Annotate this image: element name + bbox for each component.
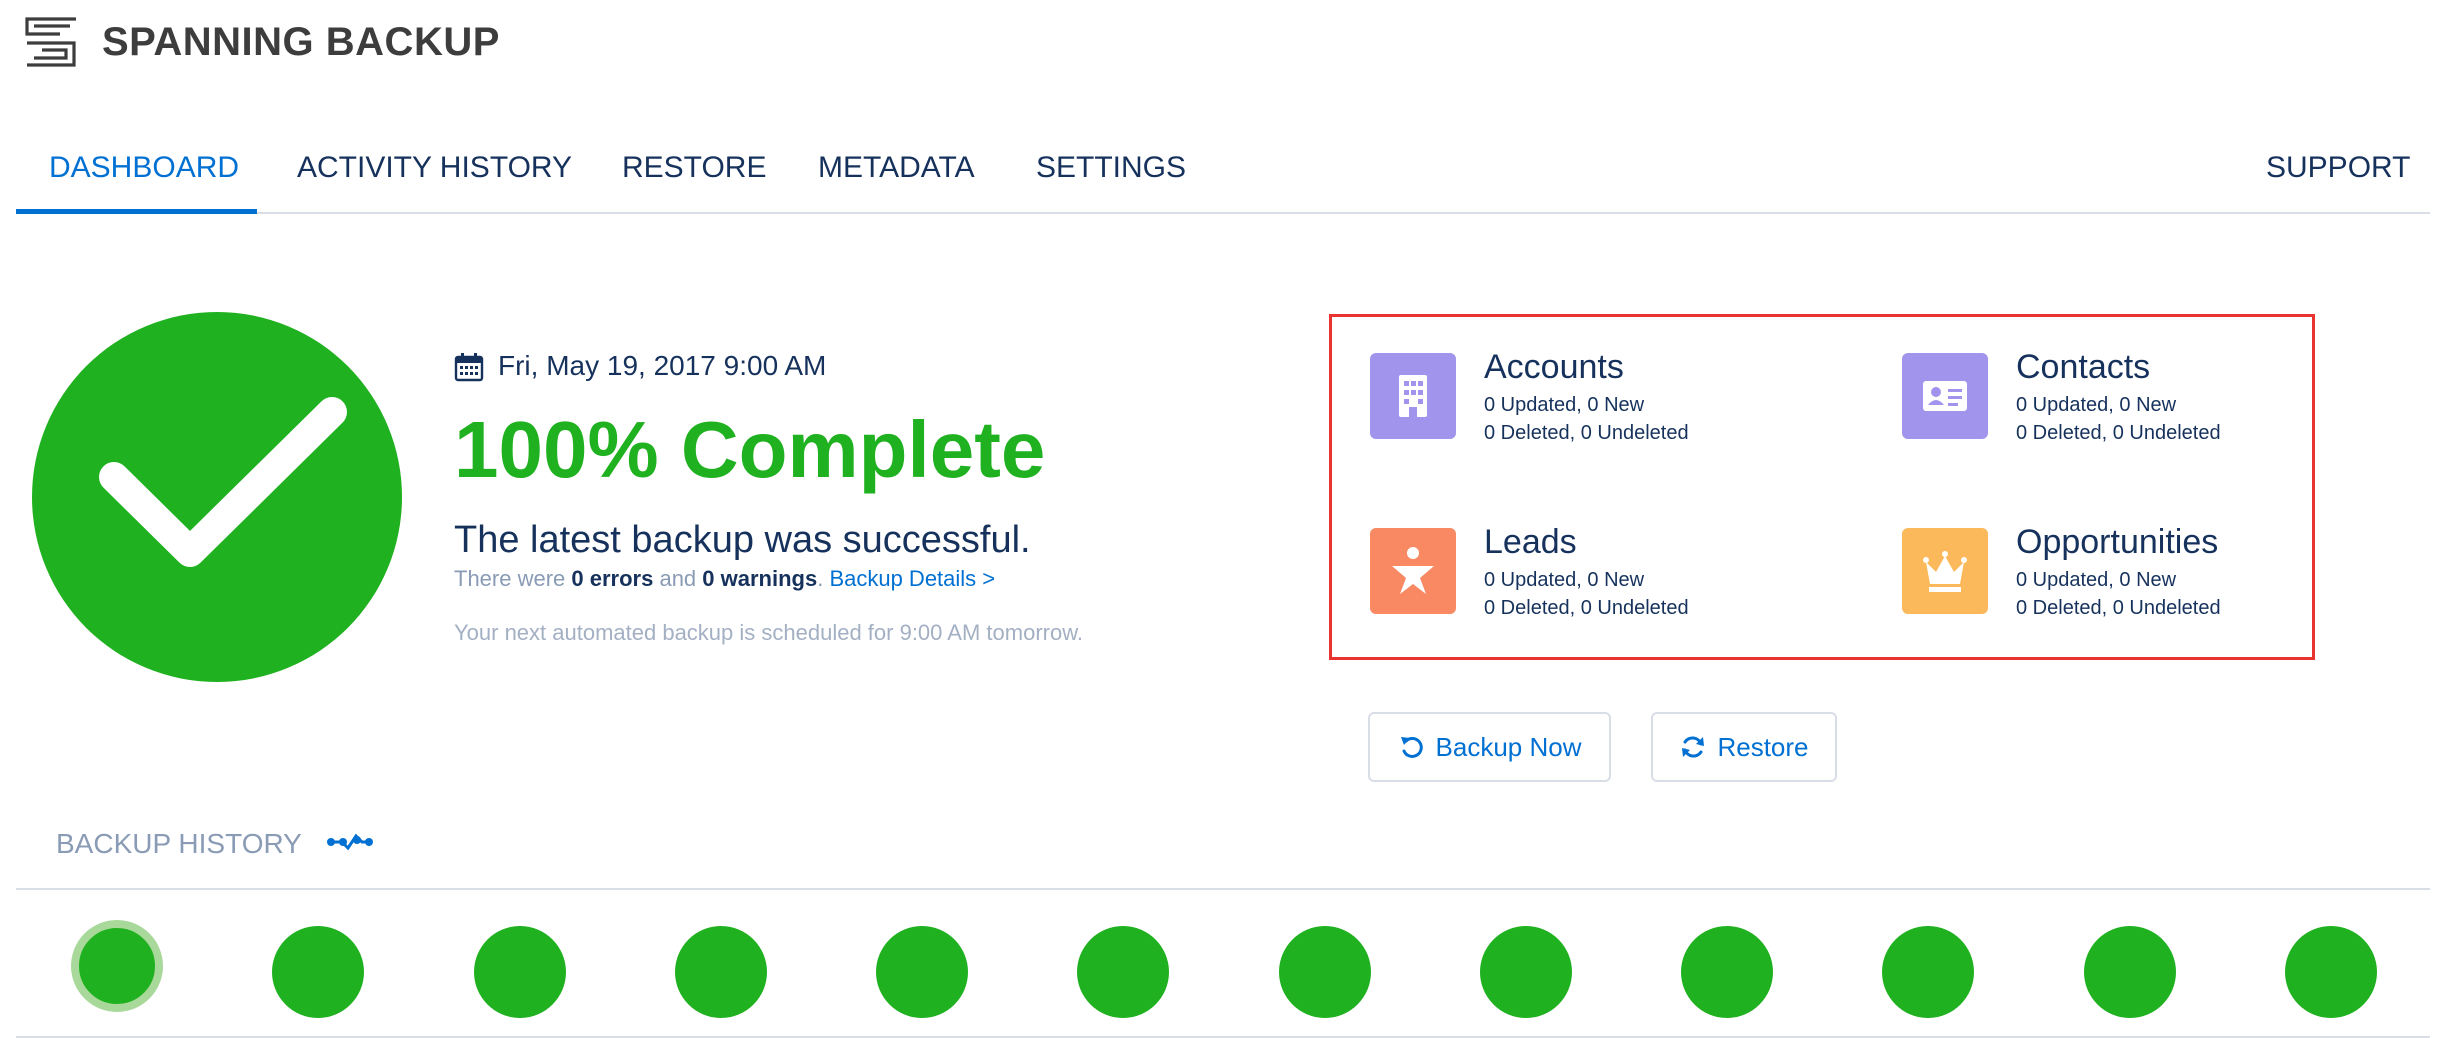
tab-activity-history[interactable]: ACTIVITY HISTORY [297, 148, 572, 188]
history-divider [16, 888, 2430, 890]
backup-now-label: Backup Now [1435, 731, 1582, 762]
app-title: SPANNING BACKUP [102, 20, 500, 64]
leads-tile [1370, 528, 1456, 614]
accounts-tile [1370, 353, 1456, 439]
contact-card-icon [1923, 381, 1967, 411]
tab-restore[interactable]: RESTORE [622, 148, 766, 188]
backup-history-dot[interactable] [1681, 926, 1774, 1018]
accounts-line1: 0 Updated, 0 New [1484, 394, 1645, 416]
backup-now-button[interactable]: Backup Now [1368, 712, 1611, 782]
warnings-count: 0 warnings [702, 566, 818, 591]
object-stats-panel: Accounts 0 Updated, 0 New 0 Deleted, 0 U… [1329, 314, 2315, 660]
opportunities-name: Opportunities [2016, 523, 2219, 561]
backup-history-dot[interactable] [1882, 926, 1975, 1018]
backup-history-dot[interactable] [473, 926, 566, 1018]
success-check-icon [32, 312, 402, 682]
undo-arrow-icon [1400, 736, 1423, 758]
lead-star-icon [1392, 547, 1434, 594]
backup-history-dot[interactable] [876, 926, 969, 1018]
restore-button[interactable]: Restore [1651, 712, 1837, 782]
leads-name: Leads [1484, 523, 1577, 561]
accounts-name: Accounts [1484, 348, 1624, 386]
errors-and: and [653, 566, 703, 591]
backup-date: Fri, May 19, 2017 9:00 AM [498, 350, 827, 381]
calendar-icon [454, 353, 484, 382]
tab-settings[interactable]: SETTINGS [1036, 148, 1186, 188]
refresh-icon [1682, 736, 1705, 758]
backup-history-dot[interactable] [2083, 926, 2176, 1018]
backup-history-dot[interactable] [674, 926, 767, 1018]
main-nav: DASHBOARD ACTIVITY HISTORY RESTORE METAD… [16, 128, 2430, 214]
leads-line2: 0 Deleted, 0 Undeleted [1484, 597, 1689, 619]
contacts-line1: 0 Updated, 0 New [2016, 394, 2177, 416]
active-tab-underline [16, 209, 257, 214]
next-backup-note: Your next automated backup is scheduled … [454, 620, 1083, 645]
backup-history-dot[interactable] [1077, 926, 1170, 1018]
backup-percent: 100% Complete [454, 405, 1046, 494]
tab-support[interactable]: SUPPORT [2266, 148, 2410, 188]
opportunities-tile [1902, 528, 1988, 614]
contacts-tile [1902, 353, 1988, 439]
backup-history-dot[interactable] [272, 926, 365, 1018]
errors-count: 0 errors [571, 566, 654, 591]
backup-history-dot[interactable] [1479, 926, 1572, 1018]
backup-details-link[interactable]: Backup Details > [829, 566, 995, 591]
accounts-line2: 0 Deleted, 0 Undeleted [1484, 422, 1689, 444]
opportunities-line2: 0 Deleted, 0 Undeleted [2016, 597, 2221, 619]
spanning-logo-icon [25, 17, 76, 67]
contacts-name: Contacts [2016, 348, 2151, 386]
building-icon [1399, 375, 1427, 417]
errors-prefix: There were [454, 566, 572, 591]
backup-history-dot[interactable] [2285, 926, 2377, 1018]
tab-metadata[interactable]: METADATA [818, 148, 975, 188]
leads-line1: 0 Updated, 0 New [1484, 569, 1645, 591]
crown-icon [1923, 551, 1967, 592]
backup-message: The latest backup was successful. [454, 519, 1031, 561]
tab-dashboard[interactable]: DASHBOARD [49, 148, 239, 188]
errors-period: . [817, 566, 830, 591]
activity-line-icon[interactable] [326, 830, 374, 854]
restore-label: Restore [1717, 731, 1809, 762]
contacts-line2: 0 Deleted, 0 Undeleted [2016, 422, 2221, 444]
backup-history-dot[interactable] [71, 920, 163, 1012]
backup-history-dot[interactable] [1278, 926, 1371, 1018]
errors-summary: There were 0 errors and 0 warnings. Back… [454, 564, 995, 594]
backup-history-label: BACKUP HISTORY [56, 828, 302, 859]
opportunities-line1: 0 Updated, 0 New [2016, 569, 2177, 591]
